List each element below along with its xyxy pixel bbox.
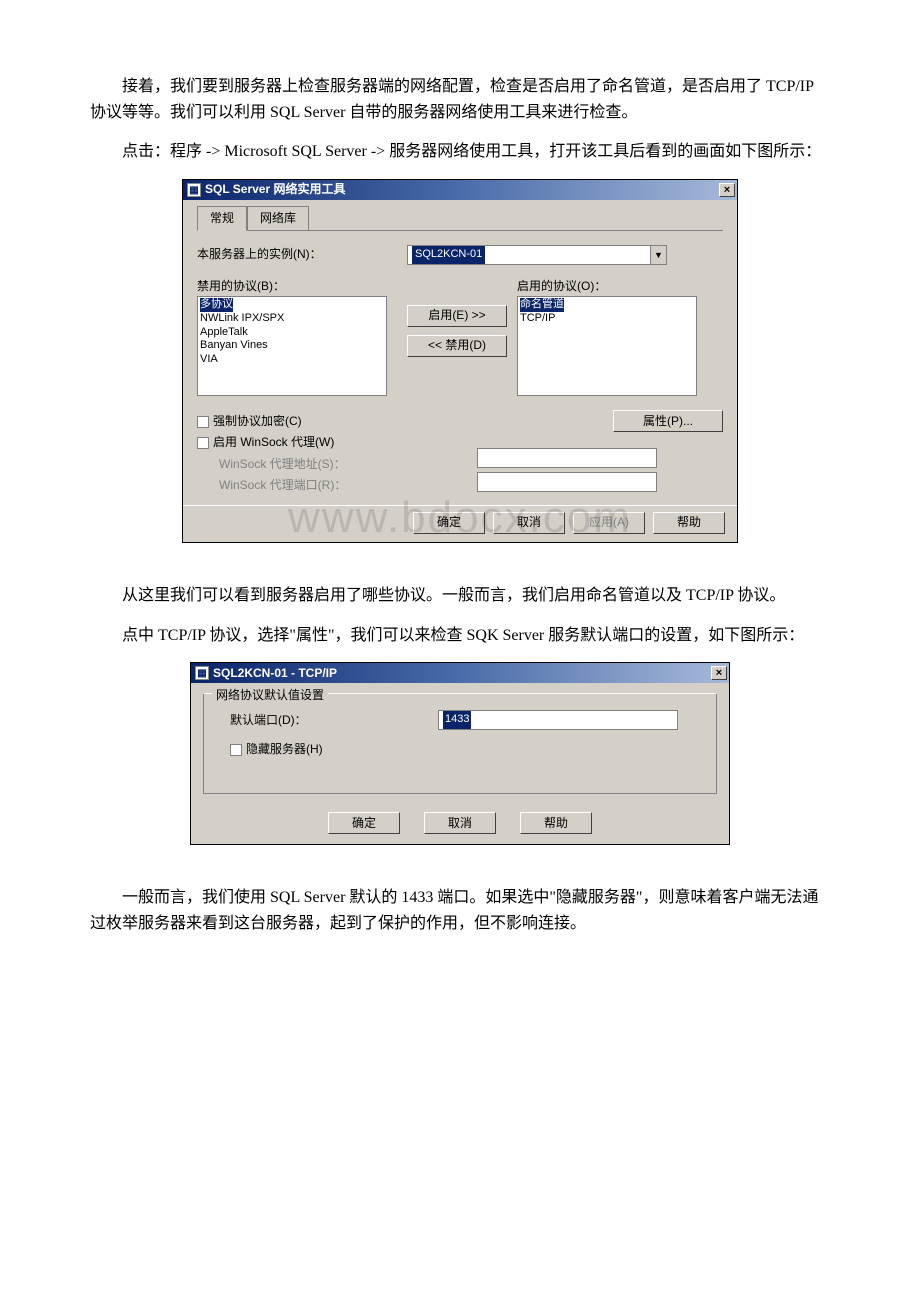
titlebar[interactable]: ▦ SQL2KCN-01 - TCP/IP × bbox=[191, 663, 729, 683]
disable-button[interactable]: << 禁用(D) bbox=[407, 335, 507, 357]
ok-button[interactable]: 确定 bbox=[328, 812, 400, 834]
proxy-addr-input bbox=[477, 448, 657, 468]
app-icon: ▦ bbox=[195, 666, 209, 680]
close-icon[interactable]: × bbox=[711, 666, 727, 680]
enable-button[interactable]: 启用(E) >> bbox=[407, 305, 507, 327]
help-button[interactable]: 帮助 bbox=[653, 512, 725, 534]
proxy-port-label: WinSock 代理端口(R)： bbox=[197, 476, 457, 495]
list-item[interactable]: NWLink IPX/SPX bbox=[200, 312, 284, 324]
paragraph-1: 接着，我们要到服务器上检查服务器端的网络配置，检查是否启用了命名管道，是否启用了… bbox=[90, 74, 830, 125]
paragraph-4: 点中 TCP/IP 协议，选择"属性"，我们可以来检查 SQK Server 服… bbox=[90, 623, 830, 649]
paragraph-5: 一般而言，我们使用 SQL Server 默认的 1433 端口。如果选中"隐藏… bbox=[90, 885, 830, 936]
help-button[interactable]: 帮助 bbox=[520, 812, 592, 834]
list-item[interactable]: 命名管道 bbox=[520, 298, 564, 312]
list-item[interactable]: Banyan Vines bbox=[200, 339, 268, 351]
list-item[interactable]: AppleTalk bbox=[200, 326, 248, 338]
enabled-protocols-list[interactable]: 命名管道 TCP/IP bbox=[517, 296, 697, 396]
ok-button[interactable]: 确定 bbox=[413, 512, 485, 534]
paragraph-3: 从这里我们可以看到服务器启用了哪些协议。一般而言，我们启用命名管道以及 TCP/… bbox=[90, 583, 830, 609]
cancel-button[interactable]: 取消 bbox=[424, 812, 496, 834]
proxy-addr-label: WinSock 代理地址(S)： bbox=[197, 455, 457, 474]
instance-combo[interactable]: SQL2KCN-01 ▼ bbox=[407, 245, 667, 265]
app-icon: ▦ bbox=[187, 183, 201, 197]
instance-label: 本服务器上的实例(N)： bbox=[197, 245, 407, 264]
apply-button[interactable]: 应用(A) bbox=[573, 512, 645, 534]
disabled-protocols-label: 禁用的协议(B)： bbox=[197, 277, 397, 296]
cancel-button[interactable]: 取消 bbox=[493, 512, 565, 534]
group-box: 网络协议默认值设置 默认端口(D)： 1433 隐藏服务器(H) bbox=[203, 693, 717, 794]
winsock-label: 启用 WinSock 代理(W) bbox=[213, 433, 334, 452]
group-title: 网络协议默认值设置 bbox=[212, 686, 328, 705]
hide-server-checkbox[interactable] bbox=[230, 744, 242, 756]
window-title: SQL Server 网络实用工具 bbox=[205, 180, 719, 199]
tab-netlib[interactable]: 网络库 bbox=[247, 206, 309, 230]
encrypt-checkbox[interactable] bbox=[197, 416, 209, 428]
list-item[interactable]: VIA bbox=[200, 353, 218, 365]
proxy-port-input bbox=[477, 472, 657, 492]
list-item[interactable]: TCP/IP bbox=[520, 312, 555, 324]
screenshot-dialog-2: ▦ SQL2KCN-01 - TCP/IP × 网络协议默认值设置 默认端口(D… bbox=[90, 662, 830, 845]
chevron-down-icon[interactable]: ▼ bbox=[650, 246, 666, 264]
properties-button[interactable]: 属性(P)... bbox=[613, 410, 723, 432]
screenshot-dialog-1: ▦ SQL Server 网络实用工具 × 常规 网络库 本服务器上的实例(N)… bbox=[90, 179, 830, 543]
enabled-protocols-label: 启用的协议(O)： bbox=[517, 277, 707, 296]
hide-server-label: 隐藏服务器(H) bbox=[246, 740, 323, 759]
port-label: 默认端口(D)： bbox=[218, 711, 438, 730]
instance-value: SQL2KCN-01 bbox=[412, 246, 485, 264]
winsock-checkbox[interactable] bbox=[197, 437, 209, 449]
list-item[interactable]: 多协议 bbox=[200, 298, 233, 312]
port-value: 1433 bbox=[443, 711, 471, 729]
close-icon[interactable]: × bbox=[719, 183, 735, 197]
paragraph-2: 点击：程序 -> Microsoft SQL Server -> 服务器网络使用… bbox=[90, 139, 830, 165]
tab-general[interactable]: 常规 bbox=[197, 206, 247, 231]
tab-strip: 常规 网络库 bbox=[197, 206, 723, 231]
titlebar[interactable]: ▦ SQL Server 网络实用工具 × bbox=[183, 180, 737, 200]
encrypt-label: 强制协议加密(C) bbox=[213, 412, 302, 431]
disabled-protocols-list[interactable]: 多协议 NWLink IPX/SPX AppleTalk Banyan Vine… bbox=[197, 296, 387, 396]
port-input[interactable]: 1433 bbox=[438, 710, 678, 730]
window-title: SQL2KCN-01 - TCP/IP bbox=[213, 664, 711, 683]
